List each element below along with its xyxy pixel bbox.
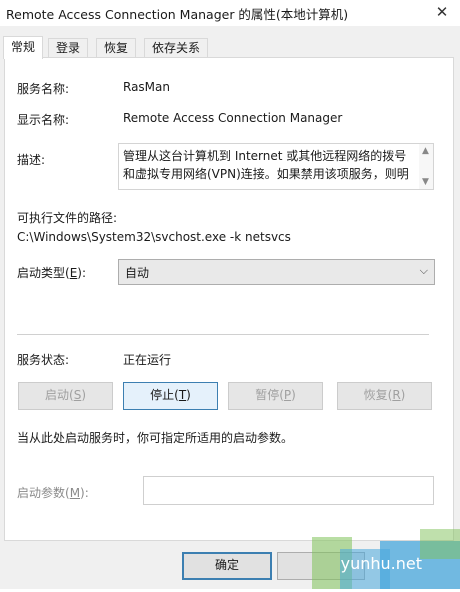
pause-button-suffix: ) bbox=[291, 388, 296, 402]
tab-logon[interactable]: 登录 bbox=[48, 38, 89, 58]
resume-button-suffix: ) bbox=[400, 388, 406, 402]
description-line-1: 管理从这台计算机到 Internet 或其他远程网络的拨号 bbox=[123, 149, 407, 163]
service-status-label: 服务状态: bbox=[17, 353, 70, 367]
scroll-up-icon[interactable]: ▲ bbox=[422, 146, 429, 156]
section-divider bbox=[17, 334, 429, 335]
stop-button-suffix: ) bbox=[186, 388, 191, 402]
start-params-accesskey: M bbox=[69, 486, 81, 500]
chevron-down-icon[interactable]: ⌵ bbox=[420, 264, 428, 278]
resume-button-label: 恢复( bbox=[363, 388, 393, 402]
ok-button[interactable]: 确定 bbox=[182, 552, 272, 580]
startup-type-select[interactable]: 自动 ⌵ bbox=[118, 259, 435, 285]
tab-dependencies[interactable]: 依存关系 bbox=[144, 38, 209, 58]
startup-type-value: 自动 bbox=[125, 266, 150, 280]
scroll-down-icon[interactable]: ▼ bbox=[422, 177, 429, 187]
close-icon[interactable]: ✕ bbox=[424, 0, 460, 26]
tab-general[interactable]: 常规 bbox=[3, 36, 44, 59]
description-scrollbar[interactable]: ▲ ▼ bbox=[419, 144, 433, 189]
service-status-value: 正在运行 bbox=[123, 353, 172, 367]
stop-button[interactable]: 停止(T) bbox=[123, 382, 218, 410]
general-panel bbox=[4, 57, 454, 541]
stop-button-label: 停止( bbox=[150, 388, 179, 402]
start-button-label: 启动( bbox=[45, 388, 74, 402]
start-params-hint: 当从此处启动服务时，你可指定所适用的启动参数。 bbox=[17, 431, 294, 445]
description-line-2: 和虚拟专用网络(VPN)连接。如果禁用该项服务，则明 bbox=[123, 167, 409, 181]
service-name-value: RasMan bbox=[123, 80, 170, 94]
resume-button[interactable]: 恢复(R) bbox=[337, 382, 432, 410]
exe-path-value: C:\Windows\System32\svchost.exe -k netsv… bbox=[17, 230, 291, 244]
startup-type-label-text: 启动类型( bbox=[17, 266, 70, 280]
startup-type-label-suffix: ): bbox=[77, 266, 87, 280]
start-params-label-suffix: ): bbox=[80, 486, 89, 500]
exe-path-label: 可执行文件的路径: bbox=[17, 211, 118, 225]
start-params-label-text: 启动参数( bbox=[17, 486, 70, 500]
title-bar: Remote Access Connection Manager 的属性(本地计… bbox=[0, 0, 460, 27]
watermark: yunhu.net bbox=[310, 529, 460, 589]
service-name-label: 服务名称: bbox=[17, 82, 70, 96]
watermark-text: yunhu.net bbox=[340, 554, 422, 573]
display-name-label: 显示名称: bbox=[17, 113, 70, 127]
window-title: Remote Access Connection Manager 的属性(本地计… bbox=[6, 7, 349, 22]
description-label: 描述: bbox=[17, 153, 46, 167]
resume-button-accesskey: R bbox=[392, 388, 401, 402]
start-params-label: 启动参数(M): bbox=[17, 484, 89, 501]
description-text: 管理从这台计算机到 Internet 或其他远程网络的拨号 和虚拟专用网络(VP… bbox=[123, 147, 413, 183]
start-button-suffix: ) bbox=[81, 388, 86, 402]
tab-recovery[interactable]: 恢复 bbox=[96, 38, 137, 58]
start-button[interactable]: 启动(S) bbox=[18, 382, 113, 410]
description-box[interactable]: 管理从这台计算机到 Internet 或其他远程网络的拨号 和虚拟专用网络(VP… bbox=[118, 143, 434, 190]
pause-button-label: 暂停( bbox=[255, 388, 284, 402]
start-params-input[interactable] bbox=[143, 476, 434, 505]
startup-type-label: 启动类型(E): bbox=[17, 264, 86, 281]
display-name-value: Remote Access Connection Manager bbox=[123, 111, 343, 125]
pause-button[interactable]: 暂停(P) bbox=[228, 382, 323, 410]
